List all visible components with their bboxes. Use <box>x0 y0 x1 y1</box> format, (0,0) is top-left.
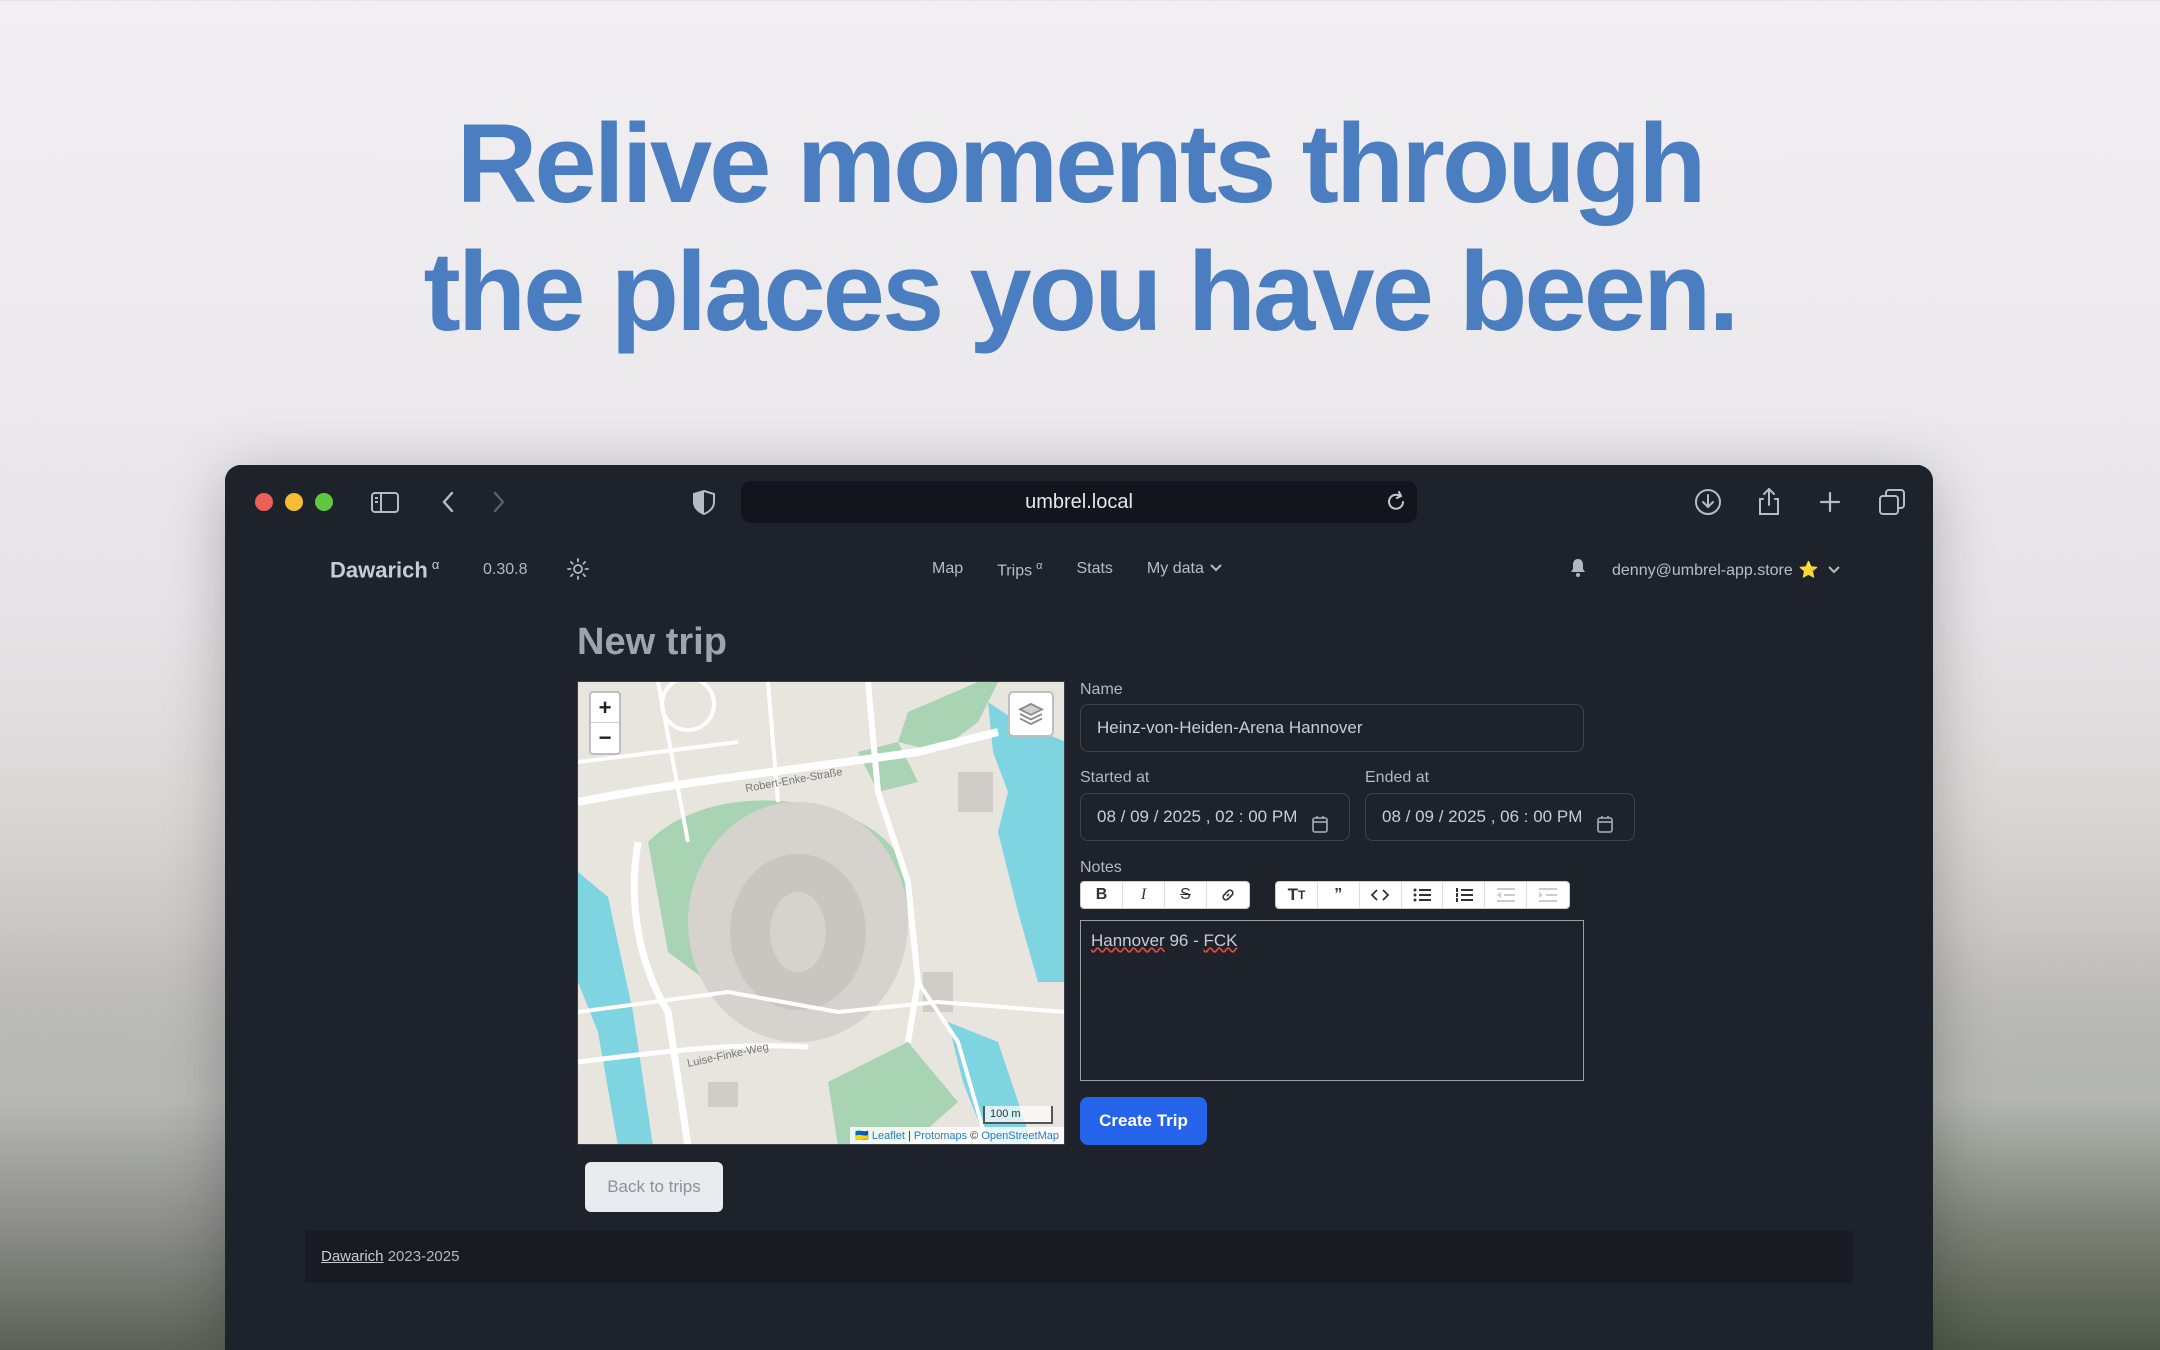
background-landscape-right <box>1920 930 2160 1350</box>
star-badge: ⭐ <box>1798 562 1819 579</box>
hero-headline: Relive moments through the places you ha… <box>0 100 2160 356</box>
brand-alpha: α <box>431 557 440 572</box>
user-menu[interactable]: denny@umbrel-app.store ⭐ <box>1612 560 1841 580</box>
footer-text: Dawarich 2023-2025 <box>321 1248 459 1265</box>
zoom-window-button[interactable] <box>315 493 333 511</box>
notes-editor[interactable]: Hannover 96 - FCK <box>1080 920 1584 1081</box>
map-scale: 100 m <box>983 1106 1053 1124</box>
strikethrough-icon[interactable]: S <box>1165 882 1207 908</box>
chevron-down-icon <box>1827 566 1840 574</box>
link-icon[interactable] <box>1207 882 1249 908</box>
minimize-window-button[interactable] <box>285 493 303 511</box>
notes-label: Notes <box>1080 859 1122 876</box>
app-version: 0.30.8 <box>483 561 528 578</box>
started-at-value: 08 / 09 / 2025 , 02 : 00 PM <box>1097 807 1298 826</box>
leaflet-link[interactable]: Leaflet <box>872 1130 905 1142</box>
italic-icon[interactable]: I <box>1123 882 1165 908</box>
nav-dropdown-my-data[interactable]: My data <box>1147 560 1223 580</box>
ended-at-label: Ended at <box>1365 769 1430 786</box>
zoom-in-button[interactable]: + <box>591 693 619 723</box>
zoom-out-button[interactable]: − <box>591 723 619 753</box>
started-at-label: Started at <box>1080 769 1150 786</box>
url-text: umbrel.local <box>1025 491 1133 513</box>
heading-icon[interactable]: TT <box>1276 882 1318 908</box>
browser-window: umbrel.local Dawarich α 0.30.8 Map Trips α <box>225 465 1933 1350</box>
zoom-control: + − <box>589 691 621 755</box>
new-tab-icon[interactable] <box>1813 485 1847 519</box>
notes-word-fck: FCK <box>1203 931 1238 950</box>
background-landscape-left <box>0 930 240 1350</box>
footer-link[interactable]: Dawarich <box>321 1248 384 1265</box>
code-icon[interactable] <box>1360 882 1402 908</box>
brand-logo[interactable]: Dawarich α <box>330 557 439 583</box>
share-icon[interactable] <box>1752 485 1786 519</box>
create-trip-button[interactable]: Create Trip <box>1080 1097 1207 1145</box>
footer: Dawarich 2023-2025 <box>305 1231 1853 1283</box>
nav-link-trips[interactable]: Trips α <box>997 560 1042 580</box>
shield-icon[interactable] <box>687 485 721 519</box>
attribution-separator: | <box>904 1130 914 1142</box>
notes-text-middle: 96 - <box>1164 931 1204 950</box>
layers-icon[interactable] <box>1008 691 1054 737</box>
block-formatting-toolbar: TT ” <box>1275 881 1570 909</box>
ended-at-input[interactable]: 08 / 09 / 2025 , 06 : 00 PM <box>1365 793 1635 841</box>
theme-toggle-icon[interactable] <box>567 558 589 580</box>
trip-map[interactable]: Robert-Enke-Straße Luise-Finke-Weg + − 1… <box>577 681 1065 1145</box>
calendar-icon[interactable] <box>1311 806 1329 833</box>
hero-line-2: the places you have been. <box>423 229 1739 354</box>
protomaps-link[interactable]: Protomaps <box>914 1130 967 1142</box>
notes-word-hannover: Hannover <box>1091 931 1165 950</box>
nav-links: Map Trips α Stats My data <box>932 560 1257 580</box>
address-bar[interactable]: umbrel.local <box>741 481 1417 523</box>
close-window-button[interactable] <box>255 493 273 511</box>
map-attribution: 🇺🇦 Leaflet | Protomaps © OpenStreetMap <box>850 1127 1064 1144</box>
ended-at-value: 08 / 09 / 2025 , 06 : 00 PM <box>1382 807 1583 826</box>
footer-years: 2023-2025 <box>383 1248 460 1265</box>
bell-icon[interactable] <box>1568 557 1588 579</box>
back-icon[interactable] <box>432 485 466 519</box>
bold-icon[interactable]: B <box>1081 882 1123 908</box>
text-formatting-toolbar: B I S <box>1080 881 1250 909</box>
nav-link-map[interactable]: Map <box>932 560 963 580</box>
map-tiles: Robert-Enke-Straße Luise-Finke-Weg <box>578 682 1064 1144</box>
nav-link-stats[interactable]: Stats <box>1076 560 1112 580</box>
name-label: Name <box>1080 681 1123 698</box>
app-navbar: Dawarich α 0.30.8 Map Trips α Stats My dat… <box>225 539 1933 601</box>
bullet-list-icon[interactable] <box>1402 882 1444 908</box>
reload-icon[interactable] <box>1383 489 1409 515</box>
numbered-list-icon[interactable] <box>1443 882 1486 908</box>
sidebar-icon[interactable] <box>368 485 402 519</box>
quote-icon[interactable]: ” <box>1318 882 1360 908</box>
name-input[interactable]: Heinz-von-Heiden-Arena Hannover <box>1080 704 1584 752</box>
back-to-trips-button[interactable]: Back to trips <box>585 1162 723 1212</box>
indent-icon[interactable] <box>1527 882 1569 908</box>
started-at-input[interactable]: 08 / 09 / 2025 , 02 : 00 PM <box>1080 793 1350 841</box>
osm-link[interactable]: OpenStreetMap <box>981 1130 1059 1142</box>
calendar-icon[interactable] <box>1596 806 1614 833</box>
tabs-overview-icon[interactable] <box>1875 485 1909 519</box>
browser-toolbar: umbrel.local <box>225 465 1933 539</box>
download-icon[interactable] <box>1691 485 1725 519</box>
forward-icon[interactable] <box>481 485 515 519</box>
brand-name: Dawarich <box>330 557 428 583</box>
hero-line-1: Relive moments through <box>456 101 1706 226</box>
my-data-label: My data <box>1146 560 1204 577</box>
attribution-copyright: © <box>967 1130 982 1142</box>
ukraine-flag-icon: 🇺🇦 <box>855 1130 869 1142</box>
outdent-icon[interactable] <box>1485 882 1528 908</box>
trips-alpha: α <box>1036 560 1043 572</box>
page-title: New trip <box>577 621 727 663</box>
user-email: denny@umbrel-app.store <box>1612 562 1793 579</box>
chevron-down-icon <box>1210 564 1222 572</box>
nav-link-trips-label: Trips <box>997 562 1033 580</box>
